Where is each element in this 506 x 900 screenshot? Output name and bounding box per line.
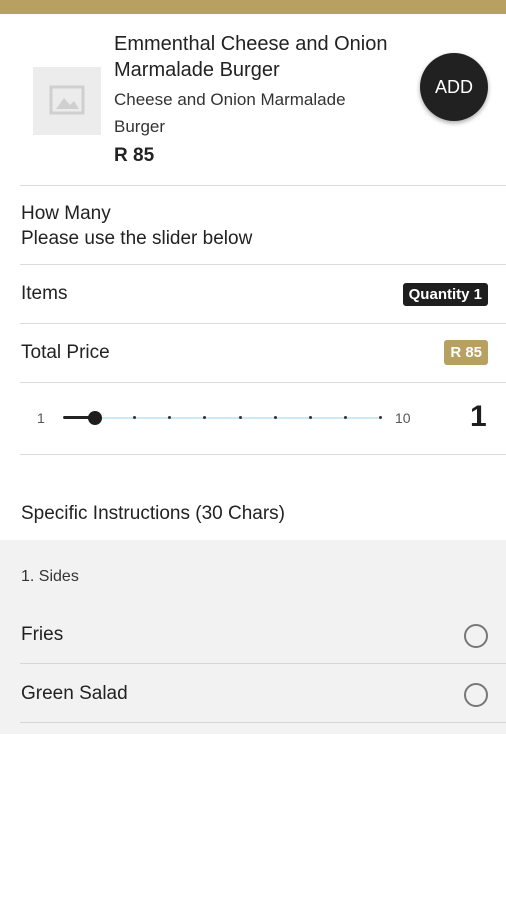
divider bbox=[20, 454, 506, 455]
product-description: Cheese and Onion Marmalade Burger bbox=[114, 90, 346, 136]
divider bbox=[20, 264, 506, 265]
product-price: R 85 bbox=[114, 145, 155, 166]
slider-tick bbox=[379, 416, 382, 419]
side-option-green-salad[interactable]: Green Salad bbox=[21, 683, 128, 705]
divider bbox=[20, 722, 506, 723]
how-many-subtitle: Please use the slider below bbox=[21, 228, 253, 249]
specific-instructions-field[interactable]: Specific Instructions (30 Chars) bbox=[21, 503, 285, 525]
divider bbox=[20, 663, 506, 664]
divider bbox=[20, 323, 506, 324]
slider-thumb[interactable] bbox=[88, 411, 102, 425]
product-name: Emmenthal Cheese and Onion Marmalade Bur… bbox=[114, 33, 388, 81]
quantity-value: 1 bbox=[470, 400, 487, 433]
sides-title: 1. Sides bbox=[21, 568, 79, 585]
divider bbox=[20, 185, 506, 186]
total-price-label: Total Price bbox=[21, 342, 110, 363]
slider-tick bbox=[343, 416, 347, 419]
quantity-badge: Quantity 1 bbox=[402, 283, 488, 306]
add-button[interactable]: ADD bbox=[420, 53, 488, 121]
total-price-badge: R 85 bbox=[444, 340, 488, 365]
slider-min-label: 1 bbox=[37, 410, 45, 426]
how-many-title: How Many bbox=[21, 203, 111, 224]
radio-green-salad[interactable] bbox=[464, 683, 488, 707]
image-placeholder-icon bbox=[49, 85, 85, 115]
slider-track[interactable] bbox=[64, 417, 380, 419]
slider-max-label: 10 bbox=[395, 410, 411, 426]
slider-tick bbox=[238, 416, 242, 419]
how-many-section: How Many Please use the slider below bbox=[21, 201, 252, 251]
items-label: Items bbox=[21, 283, 68, 304]
slider-tick bbox=[308, 416, 312, 419]
product-image-placeholder bbox=[33, 67, 101, 135]
radio-fries[interactable] bbox=[464, 624, 488, 648]
divider bbox=[20, 382, 506, 383]
side-option-fries[interactable]: Fries bbox=[21, 624, 63, 646]
slider-tick bbox=[273, 416, 277, 419]
top-accent-bar bbox=[0, 0, 506, 14]
